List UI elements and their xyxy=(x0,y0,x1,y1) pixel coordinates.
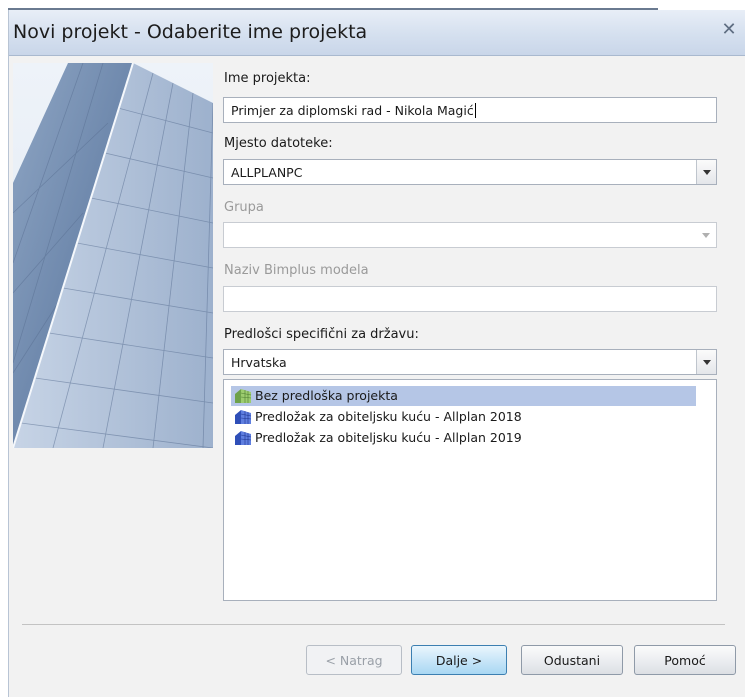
footer-divider xyxy=(22,624,725,625)
green-building-icon xyxy=(235,389,252,403)
group-dropdown xyxy=(223,222,717,248)
group-label: Grupa xyxy=(224,200,264,215)
file-location-value: ALLPLANPC xyxy=(231,165,303,180)
template-label: Bez predloška projekta xyxy=(255,388,398,403)
cancel-button[interactable]: Odustani xyxy=(521,645,623,675)
project-name-value: Primjer za diplomski rad - Nikola Magić xyxy=(231,103,474,118)
next-button[interactable]: Dalje > xyxy=(411,645,507,675)
template-label: Predložak za obiteljsku kuću - Allplan 2… xyxy=(255,430,522,445)
project-name-label: Ime projekta: xyxy=(224,71,311,86)
country-templates-dropdown[interactable]: Hrvatska xyxy=(223,349,717,375)
building-illustration xyxy=(13,63,213,448)
chevron-down-icon xyxy=(696,223,716,247)
help-button[interactable]: Pomoć xyxy=(634,645,736,675)
text-caret xyxy=(474,103,476,118)
chevron-down-icon[interactable] xyxy=(696,160,716,184)
chevron-down-icon[interactable] xyxy=(696,350,716,374)
country-templates-label: Predlošci specifični za državu: xyxy=(224,327,419,342)
template-item-family-house-2019[interactable]: Predložak za obiteljsku kuću - Allplan 2… xyxy=(231,428,696,448)
blue-building-icon xyxy=(235,410,252,424)
back-button[interactable]: < Natrag xyxy=(306,645,402,675)
window-title: Novi projekt - Odaberite ime projekta xyxy=(13,21,368,43)
file-location-dropdown[interactable]: ALLPLANPC xyxy=(223,159,717,185)
bimplus-model-label: Naziv Bimplus modela xyxy=(224,263,369,278)
blue-building-icon xyxy=(235,431,252,445)
template-item-no-template[interactable]: Bez predloška projekta xyxy=(231,386,696,406)
bimplus-model-input xyxy=(223,286,717,312)
title-bar[interactable]: Novi projekt - Odaberite ime projekta ✕ xyxy=(9,10,745,56)
file-location-label: Mjesto datoteke: xyxy=(224,136,333,151)
close-icon[interactable]: ✕ xyxy=(720,21,738,39)
template-item-family-house-2018[interactable]: Predložak za obiteljsku kuću - Allplan 2… xyxy=(231,407,696,427)
project-name-input[interactable]: Primjer za diplomski rad - Nikola Magić xyxy=(223,97,717,123)
template-label: Predložak za obiteljsku kuću - Allplan 2… xyxy=(255,409,522,424)
template-list[interactable]: Bez predloška projekta Predložak za obit… xyxy=(223,379,717,601)
country-templates-value: Hrvatska xyxy=(231,355,287,370)
